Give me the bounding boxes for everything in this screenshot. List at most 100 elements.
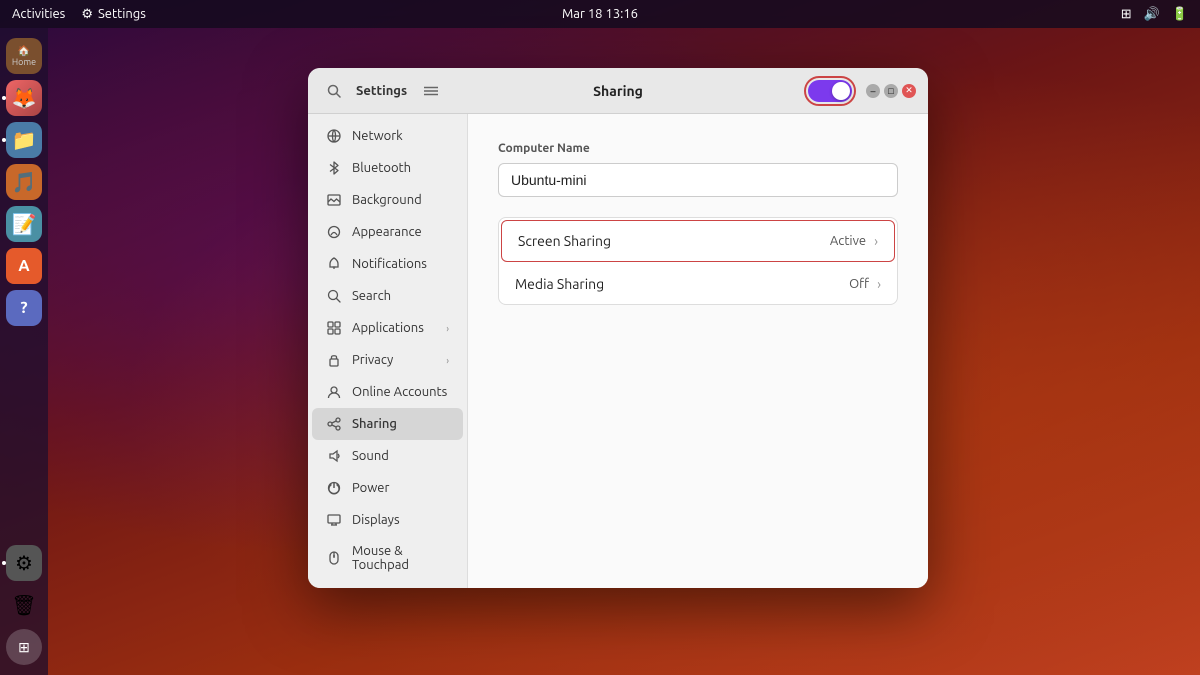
hamburger-icon bbox=[424, 86, 438, 96]
sidebar-item-power[interactable]: Power bbox=[312, 472, 463, 504]
sidebar-label-power: Power bbox=[352, 481, 449, 495]
sharing-icon bbox=[326, 416, 342, 432]
computer-name-label: Computer Name bbox=[498, 142, 898, 155]
minimize-button[interactable]: – bbox=[866, 84, 880, 98]
dock-item-help[interactable]: ? bbox=[6, 290, 42, 326]
dock-item-trash[interactable]: 🗑 bbox=[6, 587, 42, 623]
sidebar-label-displays: Displays bbox=[352, 513, 449, 527]
sidebar-label-sound: Sound bbox=[352, 449, 449, 463]
sidebar-item-privacy[interactable]: Privacy › bbox=[312, 344, 463, 376]
settings-icon: ⚙ bbox=[15, 551, 33, 575]
close-button[interactable]: ✕ bbox=[902, 84, 916, 98]
sidebar-label-search: Search bbox=[352, 289, 449, 303]
dock-item-appgrid[interactable]: ⊞ bbox=[6, 629, 42, 665]
title-bar: Settings Sharing – □ ✕ bbox=[308, 68, 928, 114]
settings-app-name: Settings bbox=[98, 7, 146, 21]
sharing-toggle[interactable] bbox=[808, 80, 852, 102]
home-icon: 🏠 bbox=[18, 45, 30, 57]
title-bar-left: Settings bbox=[320, 77, 407, 105]
background-icon bbox=[326, 192, 342, 208]
sidebar-label-privacy: Privacy bbox=[352, 353, 436, 367]
sidebar-item-displays[interactable]: Displays bbox=[312, 504, 463, 536]
network-icon bbox=[326, 128, 342, 144]
online-accounts-icon bbox=[326, 384, 342, 400]
notifications-icon bbox=[326, 256, 342, 272]
top-bar-left: Activities ⚙ Settings bbox=[12, 7, 146, 22]
dock-active-dot-files bbox=[2, 138, 6, 142]
dock-item-text-editor[interactable]: 📝 bbox=[6, 206, 42, 242]
sidebar-label-notifications: Notifications bbox=[352, 257, 449, 271]
help-icon: ? bbox=[20, 299, 27, 317]
sound-icon-sidebar bbox=[326, 448, 342, 464]
media-sharing-name: Media Sharing bbox=[515, 276, 849, 292]
sidebar-label-network: Network bbox=[352, 129, 449, 143]
top-bar-app: ⚙ Settings bbox=[81, 7, 146, 22]
sidebar-item-online-accounts[interactable]: Online Accounts bbox=[312, 376, 463, 408]
battery-icon: 🔋 bbox=[1172, 7, 1188, 22]
sidebar-item-background[interactable]: Background bbox=[312, 184, 463, 216]
screen-sharing-status: Active bbox=[830, 234, 866, 248]
sidebar-label-mouse-touchpad: Mouse & Touchpad bbox=[352, 544, 449, 572]
activities-button[interactable]: Activities bbox=[12, 7, 65, 21]
firefox-icon: 🦊 bbox=[12, 86, 37, 110]
mouse-touchpad-icon bbox=[326, 550, 342, 566]
top-bar-datetime: Mar 18 13:16 bbox=[562, 7, 638, 21]
rhythmbox-icon: 🎵 bbox=[12, 170, 37, 194]
search-button[interactable] bbox=[320, 77, 348, 105]
dock: 🏠 Home 🦊 📁 🎵 📝 A ? ⚙ 🗑 ⊞ bbox=[0, 28, 48, 675]
computer-name-input[interactable] bbox=[498, 163, 898, 197]
dock-item-firefox[interactable]: 🦊 bbox=[6, 80, 42, 116]
screen-sharing-name: Screen Sharing bbox=[518, 233, 830, 249]
sidebar-item-sound[interactable]: Sound bbox=[312, 440, 463, 472]
dock-item-settings[interactable]: ⚙ bbox=[6, 545, 42, 581]
top-bar-right: ⊞ 🔊 🔋 bbox=[1121, 7, 1188, 22]
dock-item-rhythmbox[interactable]: 🎵 bbox=[6, 164, 42, 200]
grid-icon: ⊞ bbox=[1121, 7, 1132, 22]
appgrid-icon: ⊞ bbox=[18, 639, 30, 656]
sidebar-item-search[interactable]: Search bbox=[312, 280, 463, 312]
media-sharing-status: Off bbox=[849, 277, 869, 291]
trash-icon: 🗑 bbox=[11, 593, 36, 617]
sidebar-item-notifications[interactable]: Notifications bbox=[312, 248, 463, 280]
sidebar-item-mouse-touchpad[interactable]: Mouse & Touchpad bbox=[312, 536, 463, 580]
settings-window: Settings Sharing – □ ✕ bbox=[308, 68, 928, 588]
media-sharing-arrow-icon: › bbox=[877, 276, 881, 292]
sidebar-label-applications: Applications bbox=[352, 321, 436, 335]
sidebar-label-sharing: Sharing bbox=[352, 417, 449, 431]
sidebar-label-background: Background bbox=[352, 193, 449, 207]
software-icon: A bbox=[18, 257, 29, 275]
maximize-button[interactable]: □ bbox=[884, 84, 898, 98]
menu-button[interactable] bbox=[417, 77, 445, 105]
window-body: Network Bluetooth Background bbox=[308, 114, 928, 588]
sidebar-label-online-accounts: Online Accounts bbox=[352, 385, 449, 399]
sidebar-item-appearance[interactable]: Appearance bbox=[312, 216, 463, 248]
sharing-toggle-container bbox=[804, 76, 856, 106]
sidebar-item-keyboard[interactable]: Keyboard bbox=[312, 580, 463, 588]
dock-item-home[interactable]: 🏠 Home bbox=[6, 38, 42, 74]
applications-icon bbox=[326, 320, 342, 336]
screen-sharing-item[interactable]: Screen Sharing Active › bbox=[501, 220, 895, 262]
sidebar-item-bluetooth[interactable]: Bluetooth bbox=[312, 152, 463, 184]
sidebar-item-network[interactable]: Network bbox=[312, 120, 463, 152]
sidebar-title: Settings bbox=[356, 84, 407, 98]
screen-sharing-arrow-icon: › bbox=[874, 233, 878, 249]
dock-item-files[interactable]: 📁 bbox=[6, 122, 42, 158]
sound-icon: 🔊 bbox=[1144, 7, 1160, 22]
text-editor-icon: 📝 bbox=[12, 212, 37, 236]
dock-active-dot bbox=[2, 96, 6, 100]
dock-bottom: ⚙ 🗑 ⊞ bbox=[6, 545, 42, 665]
sidebar-item-sharing[interactable]: Sharing bbox=[312, 408, 463, 440]
top-bar: Activities ⚙ Settings Mar 18 13:16 ⊞ 🔊 🔋 bbox=[0, 0, 1200, 28]
title-bar-center-title: Sharing bbox=[593, 83, 643, 99]
toggle-knob bbox=[832, 82, 850, 100]
sharing-list: Screen Sharing Active › Media Sharing Of… bbox=[498, 217, 898, 305]
dock-active-dot-settings bbox=[2, 561, 6, 565]
privacy-icon bbox=[326, 352, 342, 368]
main-content: Computer Name Screen Sharing Active › Me… bbox=[468, 114, 928, 588]
sidebar-item-applications[interactable]: Applications › bbox=[312, 312, 463, 344]
search-icon bbox=[327, 84, 341, 98]
menu-button-wrap bbox=[417, 77, 445, 105]
dock-item-software[interactable]: A bbox=[6, 248, 42, 284]
home-label: Home bbox=[12, 57, 36, 67]
media-sharing-item[interactable]: Media Sharing Off › bbox=[499, 264, 897, 304]
